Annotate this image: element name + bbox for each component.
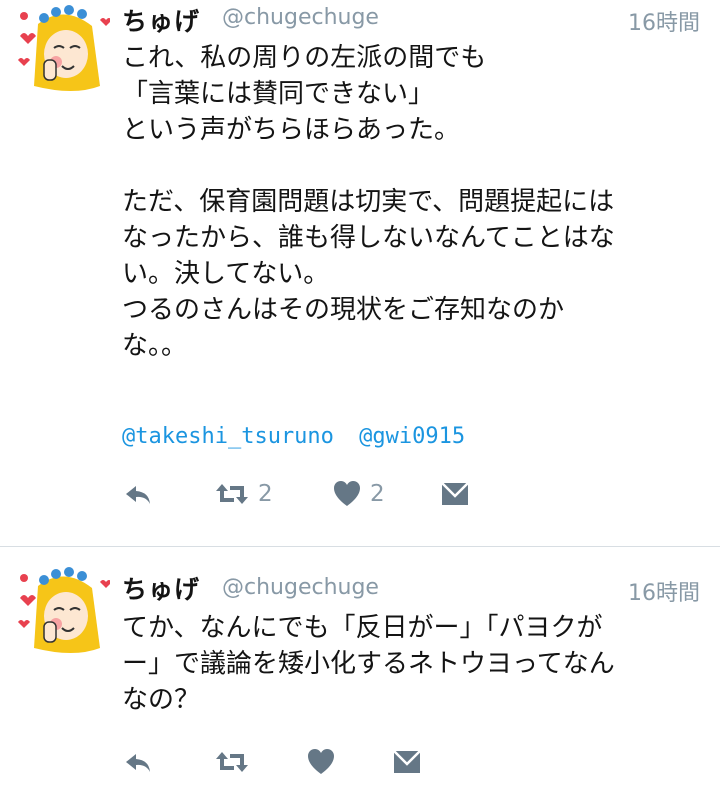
like-count: 2 (370, 481, 385, 507)
heart-icon (308, 749, 334, 774)
avatar[interactable] (14, 564, 112, 660)
mention-link[interactable]: @gwi0915 (359, 424, 465, 449)
avatar-illustration (18, 567, 112, 653)
direct-message-button[interactable] (392, 746, 422, 778)
tweet-actions (122, 746, 602, 778)
retweet-button[interactable] (214, 746, 258, 778)
tweet-2[interactable]: ちゅげ @chugechuge 16時間 てか、なんにでも「反日がー」「パヨクが… (0, 560, 720, 808)
user-handle[interactable]: @chugechuge (222, 5, 379, 30)
avatar[interactable] (14, 2, 112, 98)
reply-icon (126, 486, 150, 504)
reply-button[interactable] (122, 746, 154, 778)
like-button[interactable]: 2 (332, 478, 385, 510)
direct-message-icon (441, 482, 469, 505)
display-name[interactable]: ちゅげ (122, 570, 200, 606)
heart-icon (334, 481, 360, 506)
retweet-count: 2 (258, 481, 273, 507)
mention-list: @takeshi_tsuruno @gwi0915 (122, 424, 477, 449)
avatar-illustration (18, 5, 112, 92)
timestamp[interactable]: 16時間 (628, 575, 700, 607)
mention-link[interactable]: @takeshi_tsuruno (122, 424, 334, 449)
retweet-button[interactable]: 2 (214, 478, 273, 510)
retweet-icon (216, 484, 248, 504)
user-handle[interactable]: @chugechuge (222, 575, 379, 600)
direct-message-button[interactable] (440, 478, 470, 510)
tweet-actions: 2 2 (122, 478, 602, 510)
direct-message-icon (393, 750, 421, 773)
retweet-icon (216, 752, 248, 772)
like-button[interactable] (306, 746, 344, 778)
display-name[interactable]: ちゅげ (122, 2, 200, 38)
timestamp[interactable]: 16時間 (628, 5, 700, 37)
tweet-text: てか、なんにでも「反日がー」「パヨクが ー」で議論を矮小化するネトウヨってなん … (122, 613, 615, 715)
reply-icon (126, 754, 150, 772)
reply-button[interactable] (122, 478, 154, 510)
tweet-1[interactable]: ちゅげ @chugechuge 16時間 これ、私の周りの左派の間でも 「言葉に… (0, 0, 720, 546)
tweet-divider (0, 546, 720, 547)
tweet-text: これ、私の周りの左派の間でも 「言葉には賛同できない」 という声がちらほらあった… (122, 43, 615, 361)
